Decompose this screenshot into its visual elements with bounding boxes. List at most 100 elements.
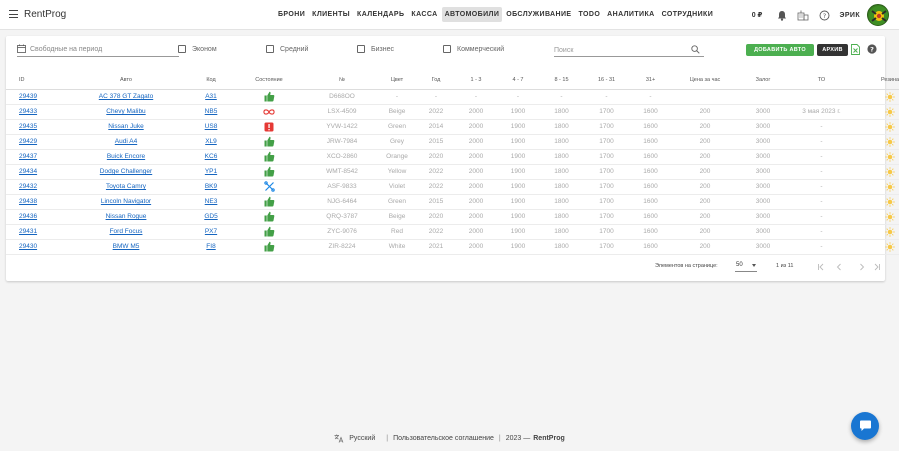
car-code-link[interactable]: PX7 <box>205 228 217 235</box>
table-row[interactable]: 29432 Toyota Camry BK9 ASF-9833 Violet 2022 20… <box>6 179 899 195</box>
car-code-link[interactable]: GD5 <box>204 213 217 220</box>
excel-export-icon[interactable] <box>851 44 860 57</box>
car-name-link[interactable]: Audi A4 <box>115 138 137 145</box>
column-header[interactable]: 31+ <box>629 71 672 90</box>
checkbox-commercial[interactable]: Коммерческий <box>443 45 504 53</box>
sun-icon[interactable] <box>885 181 895 192</box>
column-header[interactable]: № <box>307 71 377 90</box>
column-header[interactable]: 16 - 31 <box>584 71 629 90</box>
car-code-link[interactable]: BK9 <box>205 183 217 190</box>
table-row[interactable]: 29433 Chevy Malibu NB5 LSX-4509 Beige 2022 200… <box>6 104 899 120</box>
help-icon[interactable]: ? <box>818 9 830 21</box>
thumbs-up-icon[interactable] <box>263 91 275 103</box>
brand-logo-text[interactable]: RentProg <box>24 9 66 20</box>
infinity-icon[interactable] <box>263 106 275 118</box>
car-code-link[interactable]: NB5 <box>205 108 218 115</box>
car-name-link[interactable]: Chevy Malibu <box>106 108 145 115</box>
balance[interactable]: 0 ₽ <box>752 11 763 19</box>
car-id-link[interactable]: 29431 <box>19 228 37 235</box>
car-code-link[interactable]: A31 <box>205 93 217 100</box>
car-name-link[interactable]: Nissan Rogue <box>106 213 147 220</box>
car-name-link[interactable]: Buick Encore <box>107 153 145 160</box>
last-page-icon[interactable] <box>872 262 882 272</box>
nav-item-2[interactable]: КАЛЕНДАРЬ <box>354 7 407 22</box>
nav-item-8[interactable]: СОТРУДНИКИ <box>659 7 717 22</box>
sun-icon[interactable] <box>885 166 895 177</box>
sun-icon[interactable] <box>885 241 895 252</box>
column-header[interactable]: ID <box>6 71 61 90</box>
car-id-link[interactable]: 29434 <box>19 168 37 175</box>
column-header[interactable]: Цена за час <box>672 71 738 90</box>
agreement-link[interactable]: Пользовательское соглашение <box>393 435 494 442</box>
archive-button[interactable]: АРХИВ <box>817 44 848 56</box>
thumbs-up-icon[interactable] <box>263 136 275 148</box>
column-header[interactable]: ТО <box>788 71 855 90</box>
car-name-link[interactable]: BMW M5 <box>113 243 140 250</box>
thumbs-up-icon[interactable] <box>263 166 275 178</box>
car-id-link[interactable]: 29438 <box>19 198 37 205</box>
checkbox-medium[interactable]: Средний <box>266 45 308 53</box>
table-row[interactable]: 29434 Dodge Challenger YP1 WMT-8542 Yellow 20… <box>6 164 899 180</box>
column-header[interactable]: Авто <box>61 71 191 90</box>
thumbs-up-icon[interactable] <box>263 196 275 208</box>
nav-item-4[interactable]: АВТОМОБИЛИ <box>441 7 503 22</box>
chat-button[interactable] <box>851 412 879 440</box>
car-id-link[interactable]: 29436 <box>19 213 37 220</box>
column-header[interactable]: 4 - 7 <box>497 71 539 90</box>
car-id-link[interactable]: 29435 <box>19 123 37 130</box>
car-code-link[interactable]: KC6 <box>205 153 218 160</box>
car-id-link[interactable]: 29439 <box>19 93 37 100</box>
tools-icon[interactable] <box>263 181 275 193</box>
menu-icon[interactable] <box>9 10 18 18</box>
column-header[interactable]: Цвет <box>377 71 417 90</box>
sun-icon[interactable] <box>885 106 895 117</box>
table-row[interactable]: 29431 Ford Focus PX7 ZYC-9076 Red 2022 2000 190… <box>6 224 899 240</box>
next-page-icon[interactable] <box>857 262 867 272</box>
column-header[interactable]: Залог <box>738 71 788 90</box>
car-id-link[interactable]: 29433 <box>19 108 37 115</box>
nav-item-5[interactable]: ОБСЛУЖИВАНИЕ <box>503 7 574 22</box>
car-code-link[interactable]: FI8 <box>206 243 215 250</box>
thumbs-up-icon[interactable] <box>263 211 275 223</box>
table-row[interactable]: 29435 Nissan Juke US8 YVW-1422 Green 2014 2000… <box>6 119 899 135</box>
avatar[interactable] <box>867 4 889 26</box>
first-page-icon[interactable] <box>816 262 826 272</box>
checkbox-box[interactable] <box>443 45 451 53</box>
user-name[interactable]: ЭРИК <box>839 12 860 19</box>
column-header[interactable]: Резина <box>855 71 899 90</box>
car-code-link[interactable]: NE3 <box>205 198 218 205</box>
column-header[interactable]: 1 - 3 <box>455 71 497 90</box>
car-name-link[interactable]: Dodge Challenger <box>100 168 152 175</box>
search-icon[interactable] <box>691 45 700 56</box>
period-field[interactable]: Свободные на период <box>17 44 179 57</box>
thumbs-up-icon[interactable] <box>263 226 275 238</box>
search-input[interactable] <box>554 45 684 56</box>
bell-icon[interactable] <box>776 9 788 21</box>
car-name-link[interactable]: Lincoln Navigator <box>101 198 151 205</box>
prev-page-icon[interactable] <box>834 262 844 272</box>
checkbox-business[interactable]: Бизнес <box>357 45 394 53</box>
table-row[interactable]: 29429 Audi A4 XL9 JRW-7984 Grey 2015 2000 1900 1… <box>6 134 899 150</box>
building-icon[interactable] <box>797 9 809 21</box>
table-row[interactable]: 29438 Lincoln Navigator NE3 NJG-6464 Green 20… <box>6 194 899 210</box>
car-code-link[interactable]: XL9 <box>205 138 217 145</box>
thumbs-up-icon[interactable] <box>263 241 275 253</box>
table-row[interactable]: 29436 Nissan Rogue GD5 QRQ-3787 Beige 2020 200… <box>6 209 899 225</box>
sun-icon[interactable] <box>885 196 895 207</box>
car-code-link[interactable]: US8 <box>205 123 218 130</box>
checkbox-economy[interactable]: Эконом <box>178 45 217 53</box>
sun-icon[interactable] <box>885 121 895 132</box>
thumbs-up-icon[interactable] <box>263 151 275 163</box>
car-name-link[interactable]: Nissan Juke <box>108 123 143 130</box>
sun-icon[interactable] <box>885 211 895 222</box>
nav-item-0[interactable]: БРОНИ <box>275 7 308 22</box>
table-row[interactable]: 29430 BMW M5 FI8 ZIR-8224 White 2021 2000 1900 1… <box>6 239 899 255</box>
sun-icon[interactable] <box>885 151 895 162</box>
help-circle-icon[interactable]: ? <box>867 44 877 56</box>
car-code-link[interactable]: YP1 <box>205 168 217 175</box>
language-switcher[interactable]: Русский <box>334 434 375 443</box>
table-row[interactable]: 29439 AC 378 GT Zagato A31 D668OO - - - - - - - <box>6 89 899 105</box>
car-id-link[interactable]: 29430 <box>19 243 37 250</box>
table-row[interactable]: 29437 Buick Encore KC6 XCO-2860 Orange 2020 20… <box>6 149 899 165</box>
car-id-link[interactable]: 29429 <box>19 138 37 145</box>
